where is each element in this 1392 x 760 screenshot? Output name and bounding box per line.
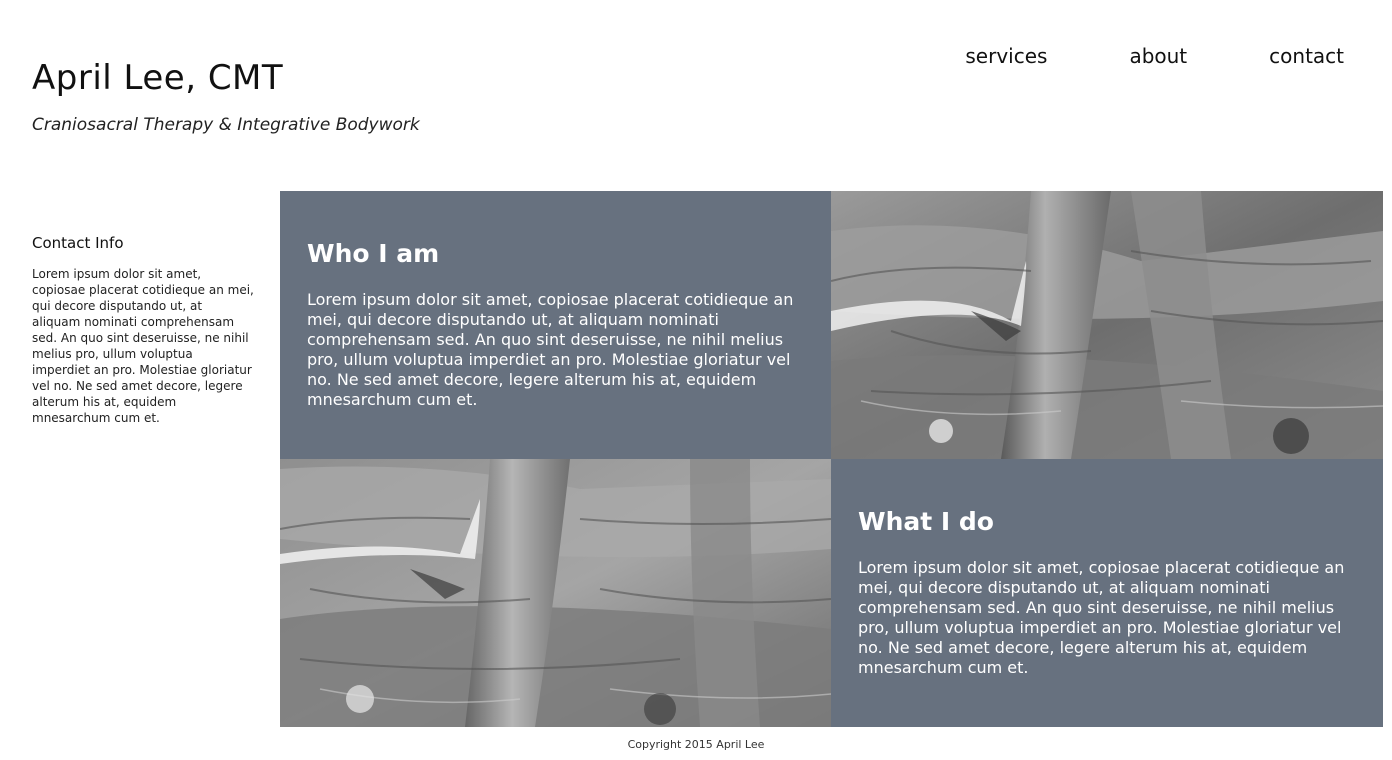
- footer-copyright: Copyright 2015 April Lee: [627, 738, 765, 751]
- page: April Lee, CMT Craniosacral Therapy & In…: [0, 0, 1392, 760]
- content-grid: Who I am Lorem ipsum dolor sit amet, cop…: [280, 191, 1383, 727]
- what-i-do-heading: What I do: [858, 507, 994, 536]
- nav-item-about[interactable]: about: [1129, 44, 1187, 68]
- main-nav: services about contact: [965, 44, 1344, 68]
- what-i-do-text: Lorem ipsum dolor sit amet, copiosae pla…: [858, 558, 1345, 677]
- texture-photo-graphic: [831, 191, 1383, 459]
- nav-item-contact[interactable]: contact: [1269, 44, 1344, 68]
- nav-item-services[interactable]: services: [965, 44, 1047, 68]
- who-i-am-heading: Who I am: [307, 239, 440, 268]
- texture-photo-top: [831, 191, 1383, 459]
- texture-photo-graphic: [280, 459, 831, 727]
- what-i-do-panel: What I do Lorem ipsum dolor sit amet, co…: [831, 459, 1383, 727]
- contact-info-heading: Contact Info: [32, 234, 124, 252]
- site-title: April Lee, CMT: [32, 58, 284, 98]
- texture-photo-bottom: [280, 459, 831, 727]
- who-i-am-text: Lorem ipsum dolor sit amet, copiosae pla…: [307, 290, 794, 409]
- contact-info-text: Lorem ipsum dolor sit amet, copiosae pla…: [32, 267, 254, 425]
- contact-sidebar: Contact Info Lorem ipsum dolor sit amet,…: [32, 234, 254, 426]
- site-tagline: Craniosacral Therapy & Integrative Bodyw…: [32, 115, 420, 135]
- who-i-am-panel: Who I am Lorem ipsum dolor sit amet, cop…: [280, 191, 831, 459]
